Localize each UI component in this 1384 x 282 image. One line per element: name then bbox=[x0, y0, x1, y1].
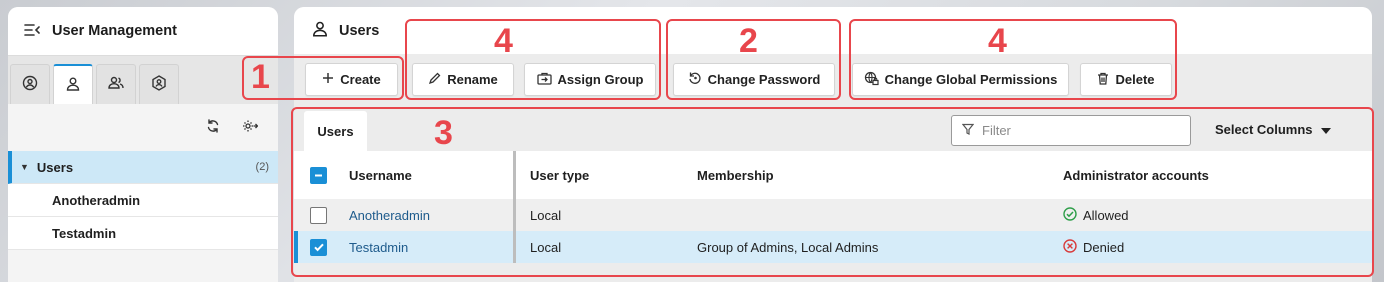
tree-item-label: Anotheradmin bbox=[52, 192, 141, 208]
tab-groups[interactable] bbox=[96, 64, 136, 104]
tree-item-anotheradmin[interactable]: Anotheradmin bbox=[8, 184, 278, 217]
management-tabs bbox=[8, 56, 278, 104]
user-hexagon-icon bbox=[151, 75, 167, 94]
annotation-number: 4 bbox=[494, 22, 513, 60]
users-icon bbox=[107, 75, 125, 94]
user-icon bbox=[311, 20, 329, 41]
annotation-number: 3 bbox=[434, 114, 453, 152]
user-management-panel: User Management ▼ Users (2) Anotheradmin… bbox=[8, 7, 278, 282]
user-circle-icon bbox=[22, 75, 38, 94]
tree-group-users[interactable]: ▼ Users (2) bbox=[8, 151, 278, 184]
user-tree: ▼ Users (2) Anotheradmin Testadmin bbox=[8, 104, 278, 282]
caret-down-icon[interactable]: ▼ bbox=[20, 162, 29, 172]
tab-roles[interactable] bbox=[139, 64, 179, 104]
refresh-icon[interactable] bbox=[206, 119, 220, 136]
tree-tools bbox=[8, 104, 278, 151]
tree-item-testadmin[interactable]: Testadmin bbox=[8, 217, 278, 250]
collapse-menu-icon[interactable] bbox=[24, 23, 40, 40]
annotation-box-2 bbox=[405, 19, 661, 100]
panel-title: User Management bbox=[52, 23, 177, 39]
annotation-number: 1 bbox=[251, 58, 270, 96]
tree-group-label: Users bbox=[36, 159, 74, 175]
annotation-number: 4 bbox=[988, 22, 1007, 60]
tree-group-count: (2) bbox=[255, 161, 269, 173]
tab-users[interactable] bbox=[53, 64, 93, 104]
export-settings-icon[interactable] bbox=[242, 119, 259, 136]
annotation-box-5 bbox=[291, 107, 1374, 277]
users-title: Users bbox=[339, 22, 380, 39]
annotation-number: 2 bbox=[739, 22, 758, 60]
tree-item-label: Testadmin bbox=[52, 225, 117, 241]
panel-header: User Management bbox=[8, 7, 278, 56]
annotation-box-4 bbox=[849, 19, 1177, 100]
tab-user-circle[interactable] bbox=[10, 64, 50, 104]
user-icon bbox=[65, 76, 81, 95]
